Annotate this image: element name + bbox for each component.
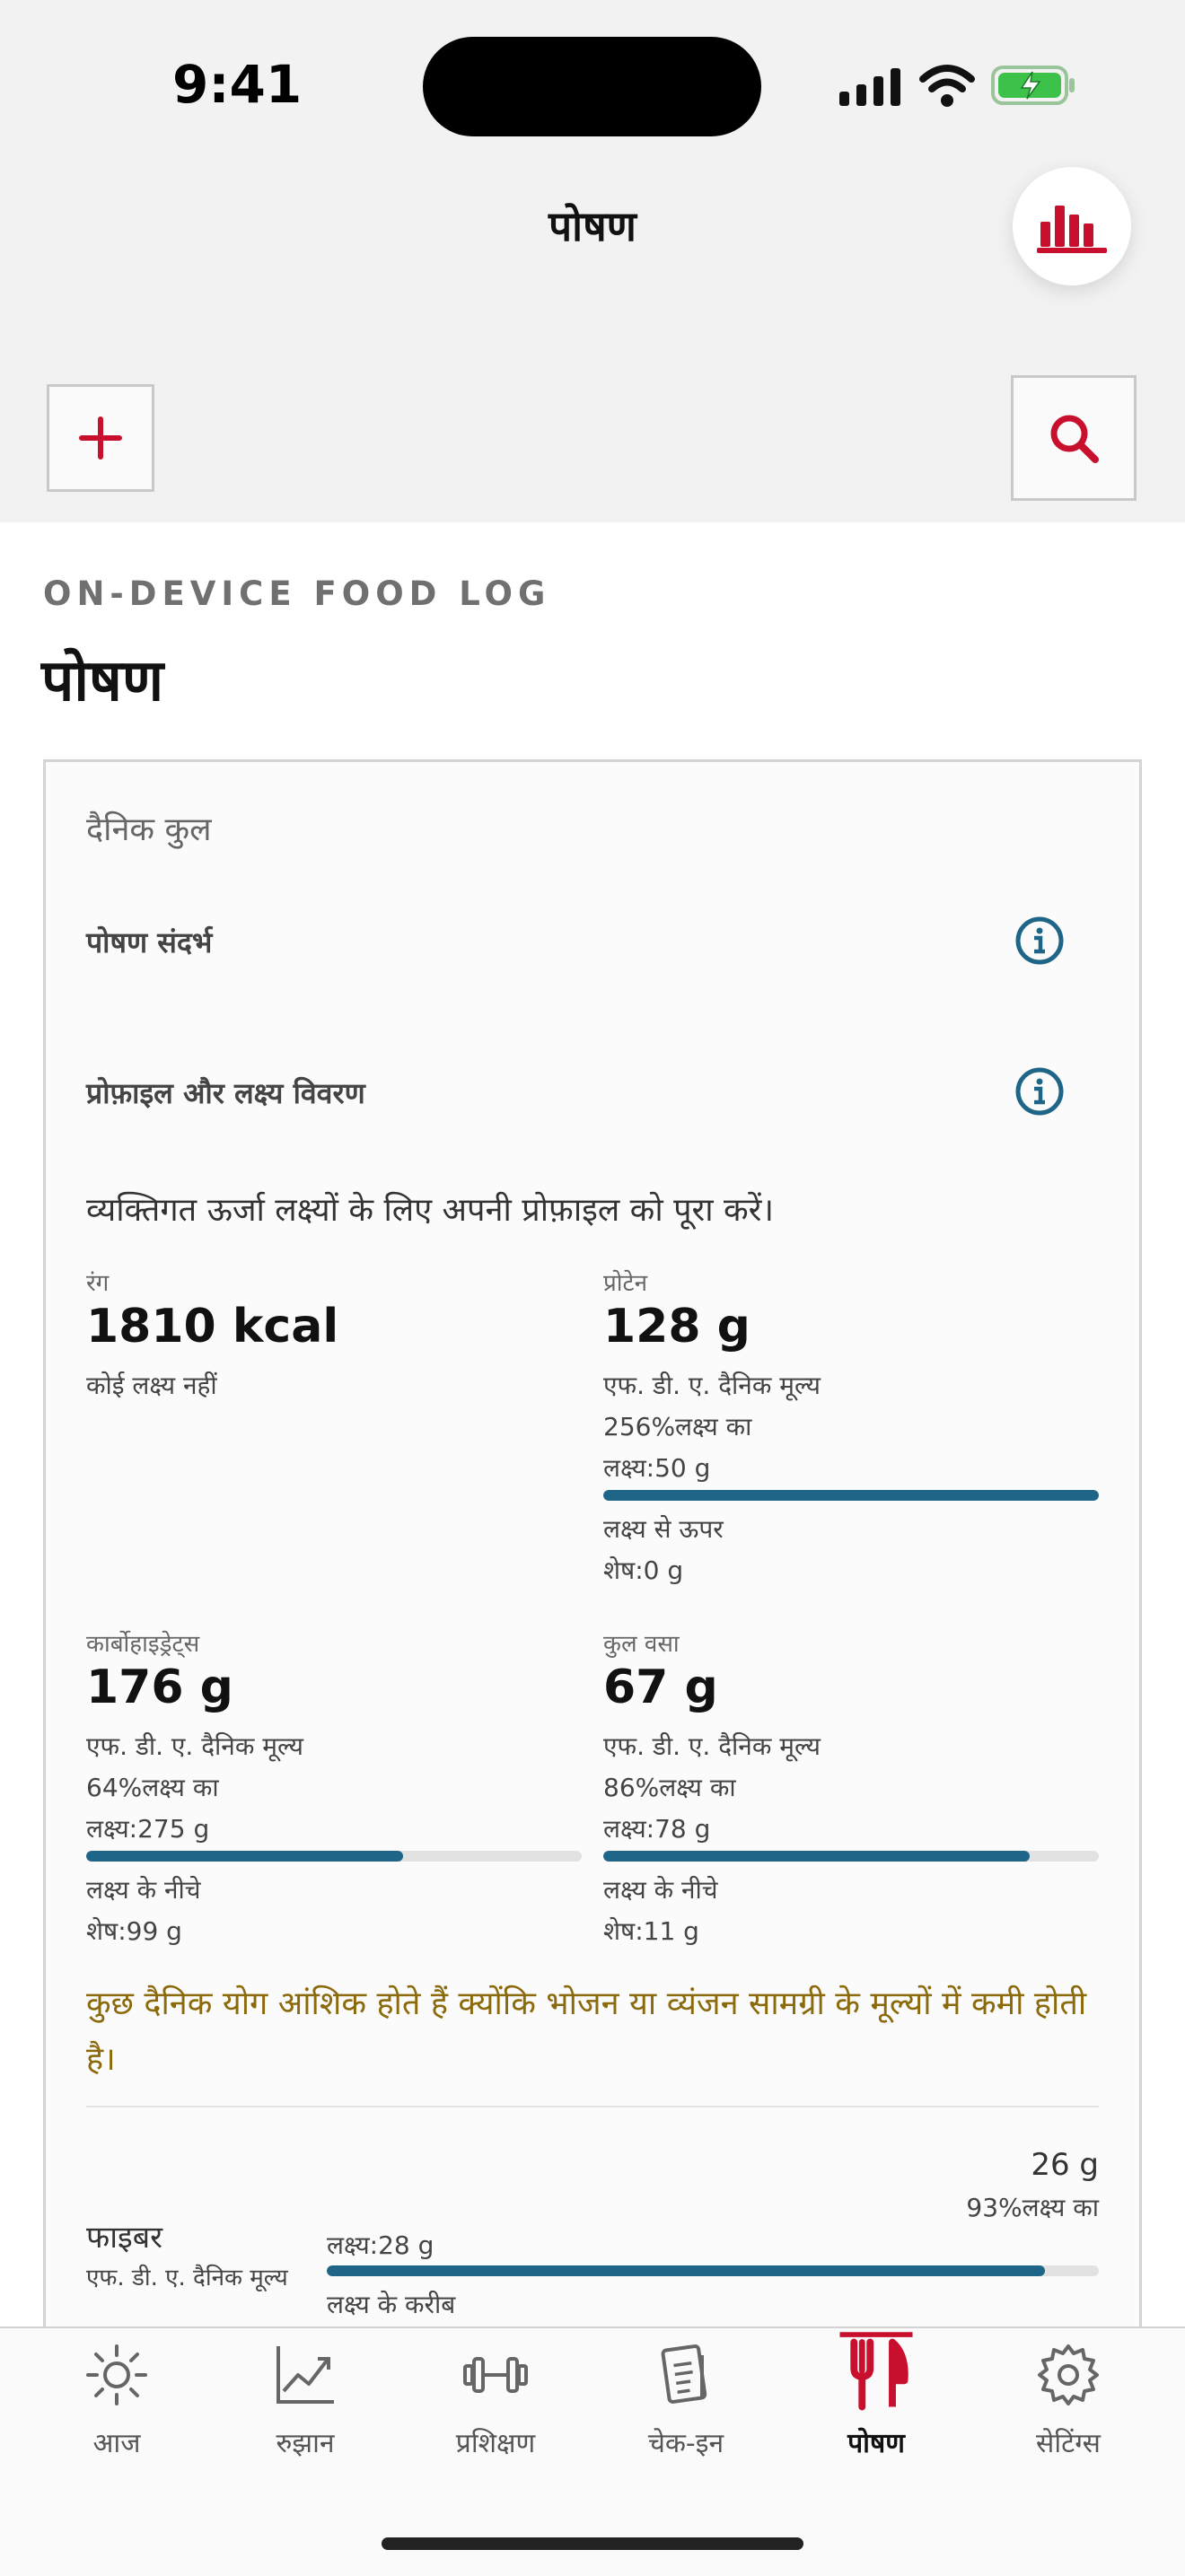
divider [86,2106,1099,2107]
carbs-percent: 64%लक्ष्य का [86,1773,219,1802]
protein-remaining: शेष:0 g [603,1555,684,1585]
tab-label: आज [92,2428,141,2459]
page-title: पोषण [41,648,164,714]
bar-chart-icon [1037,206,1107,253]
nutrition-reference-label: पोषण संदर्भ [86,925,213,959]
plus-icon [79,416,122,460]
tab-trends[interactable]: रुझान [215,2339,395,2460]
fat-fda: एफ. डी. ए. दैनिक मूल्य [603,1731,821,1761]
carbs-progress-fill [86,1851,404,1862]
calories-goal-note: कोई लक्ष्य नहीं [86,1371,217,1400]
tab-nutrition[interactable]: पोषण [786,2332,966,2460]
carbs-progress-bar [86,1851,582,1862]
search-icon [1050,415,1099,463]
partial-totals-warning: कुछ दैनिक योग आंशिक होते हैं क्योंकि भोज… [86,1985,1087,2078]
fork-knife-icon [839,2332,913,2411]
protein-label: प्रोटेन [603,1270,648,1297]
status-time: 9:41 [172,54,303,115]
fiber-percent: 93%लक्ष्य का [966,2193,1099,2222]
fat-remaining: शेष:11 g [603,1916,699,1946]
fat-value: 67 g [603,1660,718,1714]
sun-icon [86,2344,147,2405]
protein-value: 128 g [603,1300,750,1354]
carbs-remaining: शेष:99 g [86,1916,182,1946]
fat-status: लक्ष्य के नीचे [603,1875,718,1905]
fiber-status: लक्ष्य के करीब [327,2290,456,2319]
protein-percent: 256%लक्ष्य का [603,1412,752,1441]
fat-progress-fill [603,1851,1030,1862]
carbs-value: 176 g [86,1660,233,1714]
tab-label: सेटिंग्स [1036,2428,1101,2459]
protein-progress-bar [603,1490,1099,1501]
fiber-progress-bar [327,2265,1099,2276]
tab-settings[interactable]: सेटिंग्स [979,2339,1158,2460]
protein-target: लक्ष्य:50 g [603,1453,711,1483]
calories-label: रंग [86,1270,110,1297]
cellular-signal-icon [839,68,900,106]
add-food-button[interactable] [47,384,154,492]
protein-progress-fill [603,1490,1099,1501]
tab-today[interactable]: आज [27,2339,206,2460]
dumbbell-icon [463,2357,528,2393]
stats-button[interactable] [1013,167,1131,285]
carbs-status: लक्ष्य के नीचे [86,1875,201,1905]
protein-status: लक्ष्य से ऊपर [603,1514,724,1544]
dynamic-island [423,37,761,136]
fat-percent: 86%लक्ष्य का [603,1773,736,1802]
tab-label: पोषण [847,2428,905,2459]
gear-icon [1038,2344,1099,2405]
fiber-progress-fill [327,2265,1045,2276]
fat-label: कुल वसा [603,1631,680,1658]
tab-checkin[interactable]: चेक-इन [596,2339,776,2460]
carbs-target: लक्ष्य:275 g [86,1814,210,1844]
fiber-value: 26 g [1031,2147,1099,2183]
info-icon[interactable] [1014,916,1065,966]
fiber-target: लक्ष्य:28 g [327,2230,434,2260]
checklist-icon [661,2344,707,2404]
tab-label: प्रशिक्षण [455,2428,536,2459]
trend-chart-icon [276,2346,334,2404]
info-icon[interactable] [1014,1066,1065,1117]
card-title: दैनिक कुल [86,811,212,848]
wifi-icon [919,65,975,107]
fiber-fda: एफ. डी. ए. दैनिक मूल्य [86,2265,288,2291]
home-indicator[interactable] [382,2537,803,2550]
calories-value: 1810 kcal [86,1300,339,1354]
fiber-label: फाइबर [86,2220,163,2256]
tab-training[interactable]: प्रशिक्षण [406,2339,585,2460]
section-eyebrow: ON-DEVICE FOOD LOG [43,574,551,613]
fat-progress-bar [603,1851,1099,1862]
tab-label: चेक-इन [647,2428,724,2459]
profile-note: व्यक्तिगत ऊर्जा लक्ष्यों के लिए अपनी प्र… [86,1192,775,1229]
carbs-label: कार्बोहाइड्रेट्स [86,1631,200,1658]
battery-charging-icon [991,66,1075,105]
carbs-fda: एफ. डी. ए. दैनिक मूल्य [86,1731,304,1761]
daily-totals-card [43,759,1142,2375]
tab-label: रुझान [276,2428,335,2459]
search-button[interactable] [1011,375,1137,501]
fat-target: लक्ष्य:78 g [603,1814,711,1844]
protein-fda: एफ. डी. ए. दैनिक मूल्य [603,1371,821,1400]
profile-goals-label: प्रोफ़ाइल और लक्ष्य विवरण [86,1076,365,1110]
nav-title: पोषण [549,202,636,250]
